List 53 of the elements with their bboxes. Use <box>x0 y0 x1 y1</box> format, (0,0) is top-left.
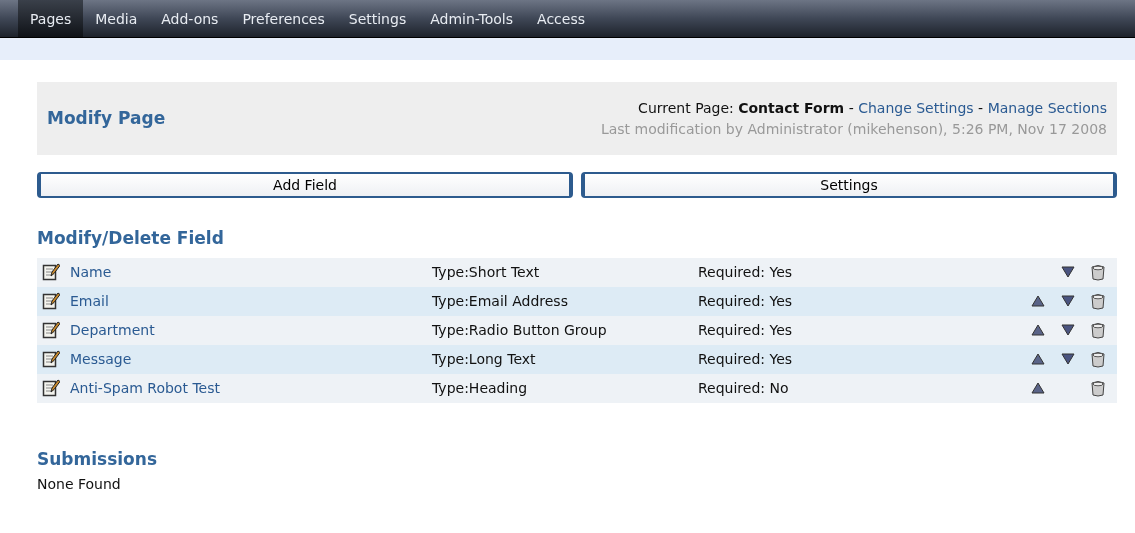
field-name-link[interactable]: Department <box>70 319 155 341</box>
menu-tab[interactable]: Preferences <box>230 0 337 37</box>
move-up-icon[interactable] <box>1031 295 1045 307</box>
move-down-icon[interactable] <box>1061 324 1075 336</box>
field-name-link[interactable]: Name <box>70 261 112 283</box>
field-required: Required: No <box>698 378 790 398</box>
separator: - <box>848 99 854 116</box>
menu-tab[interactable]: Pages <box>18 0 84 37</box>
move-down-icon[interactable] <box>1061 266 1075 278</box>
move-down-icon[interactable] <box>1061 353 1075 365</box>
current-page-label: Current Page: <box>638 99 734 116</box>
menu-tab[interactable]: Media <box>83 0 150 37</box>
menu-tab[interactable]: Admin-Tools <box>418 0 526 37</box>
field-type: Type:Email Address <box>432 291 569 311</box>
field-type: Type:Heading <box>432 378 529 398</box>
field-type: Type:Long Text <box>432 349 537 369</box>
menu-tab[interactable]: Add-ons <box>149 0 231 37</box>
trash-icon[interactable] <box>1091 350 1105 368</box>
field-required: Required: Yes <box>698 320 794 340</box>
menu-tab[interactable]: Settings <box>336 0 419 37</box>
action-button[interactable]: Settings <box>581 172 1117 198</box>
field-type: Type:Radio Button Group <box>432 320 608 340</box>
move-up-icon[interactable] <box>1031 382 1045 394</box>
field-type: Type:Short Text <box>432 262 541 282</box>
last-modification-text: Last modification by Administrator (mikehenson), 5:26 PM, Nov 17 2008 <box>600 119 1107 139</box>
edit-icon[interactable] <box>42 321 60 339</box>
move-up-icon[interactable] <box>1031 353 1045 365</box>
separator: - <box>978 99 984 116</box>
action-button[interactable]: Add Field <box>37 172 573 198</box>
trash-icon[interactable] <box>1091 263 1105 281</box>
section-heading: Modify/Delete Field <box>37 227 225 250</box>
field-name-link[interactable]: Anti-Spam Robot Test <box>70 377 220 399</box>
page-title: Modify Page <box>47 106 166 130</box>
empty-message: None Found <box>37 475 122 494</box>
trash-icon[interactable] <box>1091 321 1105 339</box>
field-required: Required: Yes <box>698 291 794 311</box>
edit-icon[interactable] <box>42 350 60 368</box>
trash-icon[interactable] <box>1091 292 1105 310</box>
menu-tab[interactable]: Access <box>525 0 597 37</box>
field-name-link[interactable]: Message <box>70 348 132 370</box>
field-required: Required: Yes <box>698 262 794 282</box>
edit-icon[interactable] <box>42 379 60 397</box>
change-settings-link[interactable]: Change Settings <box>858 99 974 116</box>
move-up-icon[interactable] <box>1031 324 1045 336</box>
edit-icon[interactable] <box>42 292 60 310</box>
field-required: Required: Yes <box>698 349 794 369</box>
manage-sections-link[interactable]: Manage Sections <box>987 99 1107 116</box>
trash-icon[interactable] <box>1091 379 1105 397</box>
field-name-link[interactable]: Email <box>70 290 109 312</box>
edit-icon[interactable] <box>42 263 60 281</box>
section-heading: Submissions <box>37 447 159 471</box>
current-page-name: Contact Form <box>738 99 845 116</box>
move-down-icon[interactable] <box>1061 295 1075 307</box>
